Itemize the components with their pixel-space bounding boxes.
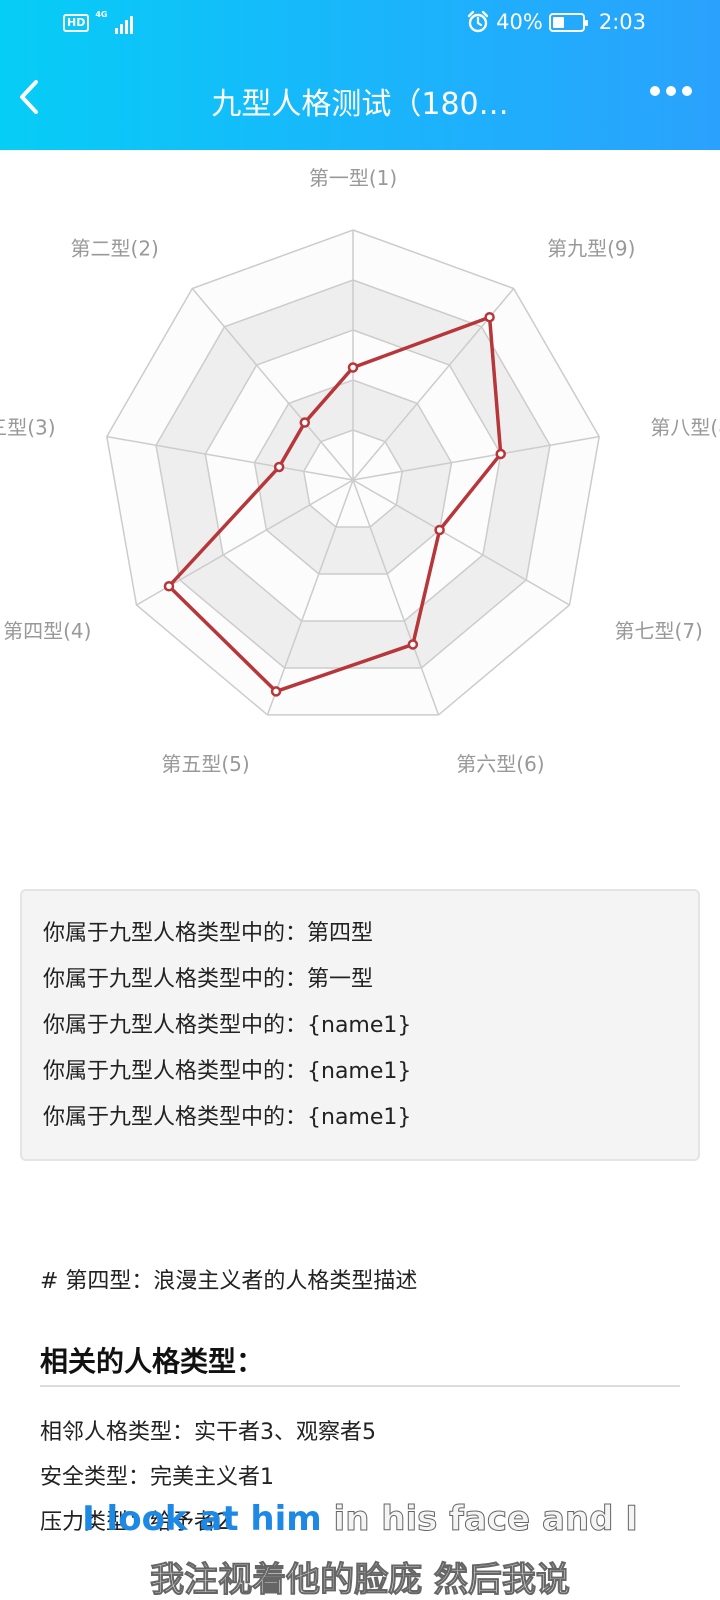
radar-axis-label: 第八型(8) bbox=[650, 416, 720, 440]
divider bbox=[40, 1385, 680, 1387]
related-type-item: 相邻人格类型：实干者3、观察者5 bbox=[40, 1420, 376, 1445]
network-type: 4G bbox=[95, 10, 108, 19]
video-subtitle-chinese: 我注视着他的脸庞 然后我说 bbox=[150, 1560, 571, 1600]
signal-icon: 4G bbox=[95, 10, 134, 34]
result-line: 你属于九型人格类型中的：{name1} bbox=[43, 1013, 412, 1038]
result-line: 你属于九型人格类型中的：第一型 bbox=[43, 967, 374, 992]
battery-icon bbox=[548, 12, 588, 32]
radar-data-point bbox=[484, 311, 495, 323]
alarm-icon bbox=[467, 10, 489, 33]
battery-percent: 40% bbox=[496, 10, 543, 34]
radar-axis-label: 第二型(2) bbox=[71, 237, 159, 261]
related-type-item: 安全类型：完美主义者1 bbox=[40, 1465, 274, 1490]
chevron-left-icon[interactable] bbox=[14, 72, 50, 122]
result-line: 你属于九型人格类型中的：{name1} bbox=[43, 1059, 412, 1084]
result-box: 你属于九型人格类型中的：第四型 你属于九型人格类型中的：第一型 你属于九型人格类… bbox=[20, 889, 700, 1161]
radar-data-point bbox=[407, 639, 419, 650]
status-left: HD 4G bbox=[63, 10, 134, 34]
hd-icon: HD bbox=[63, 14, 90, 32]
video-subtitle-english: I look at him in his face and I bbox=[0, 1499, 720, 1540]
radar-data-point bbox=[299, 417, 311, 428]
radar-data-point bbox=[434, 524, 445, 536]
radar-data-point bbox=[273, 461, 285, 473]
radar-axis-label: 第六型(6) bbox=[456, 752, 544, 776]
radar-axis-label: 第五型(5) bbox=[161, 752, 249, 776]
radar-data-point bbox=[347, 362, 359, 373]
clock: 2:03 bbox=[598, 10, 646, 34]
radar-axis-label: 第一型(1) bbox=[309, 166, 397, 190]
radar-axis-label: 第九型(9) bbox=[547, 237, 635, 261]
radar-chart: 第一型(1) 第九型(9) 第八型(8) 第七型(7) 第六型(6) 第五型(5) 第四型(… bbox=[0, 166, 720, 776]
result-line: 你属于九型人格类型中的：{name1} bbox=[43, 1105, 412, 1130]
subtitle-highlight: I look at him bbox=[82, 1499, 322, 1539]
radar-data-point bbox=[163, 581, 175, 592]
radar-axis-label: 第三型(3) bbox=[0, 416, 56, 440]
radar-data-point bbox=[495, 448, 506, 460]
status-right: 40% 2:03 bbox=[466, 10, 646, 34]
subtitle-rest: in his face and I bbox=[321, 1499, 638, 1540]
radar-axis-label: 第四型(4) bbox=[3, 619, 91, 643]
result-line: 你属于九型人格类型中的：第四型 bbox=[43, 921, 374, 946]
radar-data-point bbox=[270, 686, 282, 697]
more-horizontal-icon[interactable] bbox=[650, 86, 692, 96]
status-bar: HD 4G 40% 2:03 bbox=[0, 0, 720, 50]
page-title: 九型人格测试（180… bbox=[211, 87, 509, 122]
description-heading: # 第四型：浪漫主义者的人格类型描述 bbox=[40, 1269, 418, 1294]
radar-axis-label: 第七型(7) bbox=[615, 619, 703, 643]
nav-bar: 九型人格测试（180… bbox=[0, 60, 720, 136]
section-title: 相关的人格类型： bbox=[40, 1345, 265, 1378]
